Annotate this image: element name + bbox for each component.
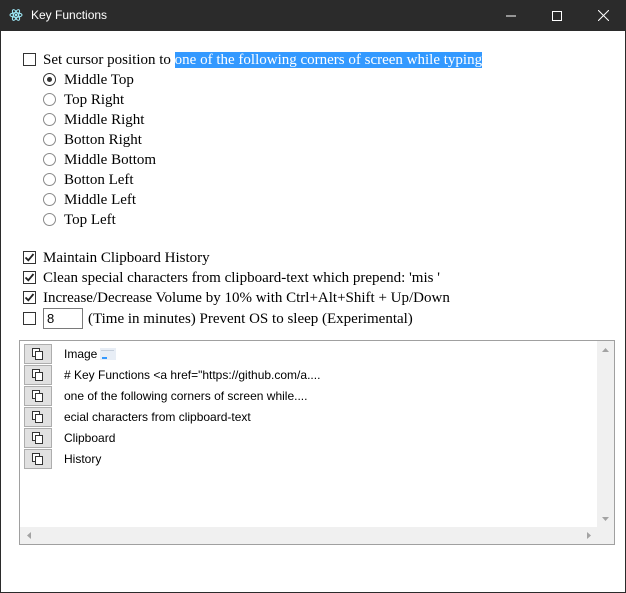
vertical-scrollbar[interactable]: [597, 341, 614, 527]
maximize-button[interactable]: [534, 0, 580, 31]
electron-icon: [9, 8, 23, 22]
chevron-up-icon: [602, 347, 609, 352]
radio-botton-right[interactable]: [43, 133, 56, 146]
copy-icon: [32, 411, 43, 423]
prevent-sleep-label: (Time in minutes) Prevent OS to sleep (E…: [88, 311, 413, 327]
horizontal-scrollbar[interactable]: [20, 527, 597, 544]
copy-button[interactable]: [24, 407, 52, 427]
clean-chars-checkbox[interactable]: [23, 271, 36, 284]
clipboard-history-list[interactable]: Image # Key Functions <a href="https://g…: [19, 340, 615, 545]
copy-button[interactable]: [24, 386, 52, 406]
volume-checkbox[interactable]: [23, 291, 36, 304]
copy-icon: [32, 390, 43, 402]
image-thumbnail-icon: [100, 348, 117, 360]
history-item-text: one of the following corners of screen w…: [64, 389, 308, 403]
copy-button[interactable]: [24, 344, 52, 364]
radio-selected-dot: [47, 77, 52, 82]
chevron-left-icon: [26, 532, 31, 539]
title-bar[interactable]: Key Functions: [0, 0, 626, 31]
radio-top-right[interactable]: [43, 93, 56, 106]
radio-botton-left[interactable]: [43, 173, 56, 186]
minimize-button[interactable]: [488, 0, 534, 31]
history-item-text: ecial characters from clipboard-text: [64, 410, 251, 424]
history-item-text: Clipboard: [64, 431, 116, 445]
copy-icon: [32, 453, 43, 465]
radio-middle-right[interactable]: [43, 113, 56, 126]
radio-top-left[interactable]: [43, 213, 56, 226]
history-item-label: Image: [64, 347, 98, 361]
list-item: ecial characters from clipboard-text: [22, 406, 592, 427]
checkmark-icon: [24, 273, 35, 282]
minimize-icon: [506, 15, 516, 16]
cursor-position-prefix: Set cursor position to: [43, 52, 175, 68]
copy-button[interactable]: [24, 449, 52, 469]
cursor-position-label: Set cursor position to one of the follow…: [43, 51, 483, 69]
copy-icon: [32, 348, 43, 360]
window-title: Key Functions: [31, 8, 108, 22]
radio-label-middle-top: Middle Top: [64, 72, 134, 88]
prevent-sleep-checkbox[interactable]: [23, 312, 36, 325]
radio-label-top-right: Top Right: [64, 92, 125, 108]
sleep-minutes-input[interactable]: [43, 308, 83, 329]
radio-label-botton-right: Botton Right: [64, 132, 142, 148]
clipboard-history-checkbox[interactable]: [23, 251, 36, 264]
list-item: Clipboard: [22, 427, 592, 448]
radio-label-middle-right: Middle Right: [64, 112, 145, 128]
radio-label-botton-left: Botton Left: [64, 172, 134, 188]
radio-label-middle-bottom: Middle Bottom: [64, 152, 157, 168]
radio-label-top-left: Top Left: [64, 212, 116, 228]
list-item: # Key Functions <a href="https://github.…: [22, 364, 592, 385]
chevron-down-icon: [602, 516, 609, 521]
cursor-position-highlight: one of the following corners of screen w…: [174, 52, 483, 68]
history-item-text: History: [64, 452, 102, 466]
list-item: one of the following corners of screen w…: [22, 385, 592, 406]
radio-middle-left[interactable]: [43, 193, 56, 206]
copy-button[interactable]: [24, 365, 52, 385]
history-item-text: Image: [64, 347, 117, 361]
list-item: History: [22, 448, 592, 469]
scroll-down-arrow[interactable]: [597, 510, 614, 527]
scroll-left-arrow[interactable]: [20, 527, 37, 544]
chevron-right-icon: [586, 532, 591, 539]
close-button[interactable]: [580, 0, 626, 31]
copy-icon: [32, 369, 43, 381]
checkmark-icon: [24, 293, 35, 302]
maximize-icon: [552, 10, 562, 21]
volume-label: Increase/Decrease Volume by 10% with Ctr…: [43, 290, 450, 306]
checkmark-icon: [24, 253, 35, 262]
copy-icon: [32, 432, 43, 444]
scroll-right-arrow[interactable]: [580, 527, 597, 544]
cursor-position-checkbox[interactable]: [23, 53, 36, 66]
clipboard-history-label: Maintain Clipboard History: [43, 250, 210, 266]
close-icon: [597, 10, 609, 21]
scroll-up-arrow[interactable]: [597, 341, 614, 358]
radio-middle-top[interactable]: [43, 73, 56, 86]
radio-middle-bottom[interactable]: [43, 153, 56, 166]
copy-button[interactable]: [24, 428, 52, 448]
radio-label-middle-left: Middle Left: [64, 192, 137, 208]
list-item: Image: [22, 343, 592, 364]
history-item-text: # Key Functions <a href="https://github.…: [64, 368, 321, 382]
clean-chars-label: Clean special characters from clipboard-…: [43, 270, 440, 286]
scrollbar-corner: [597, 527, 614, 544]
